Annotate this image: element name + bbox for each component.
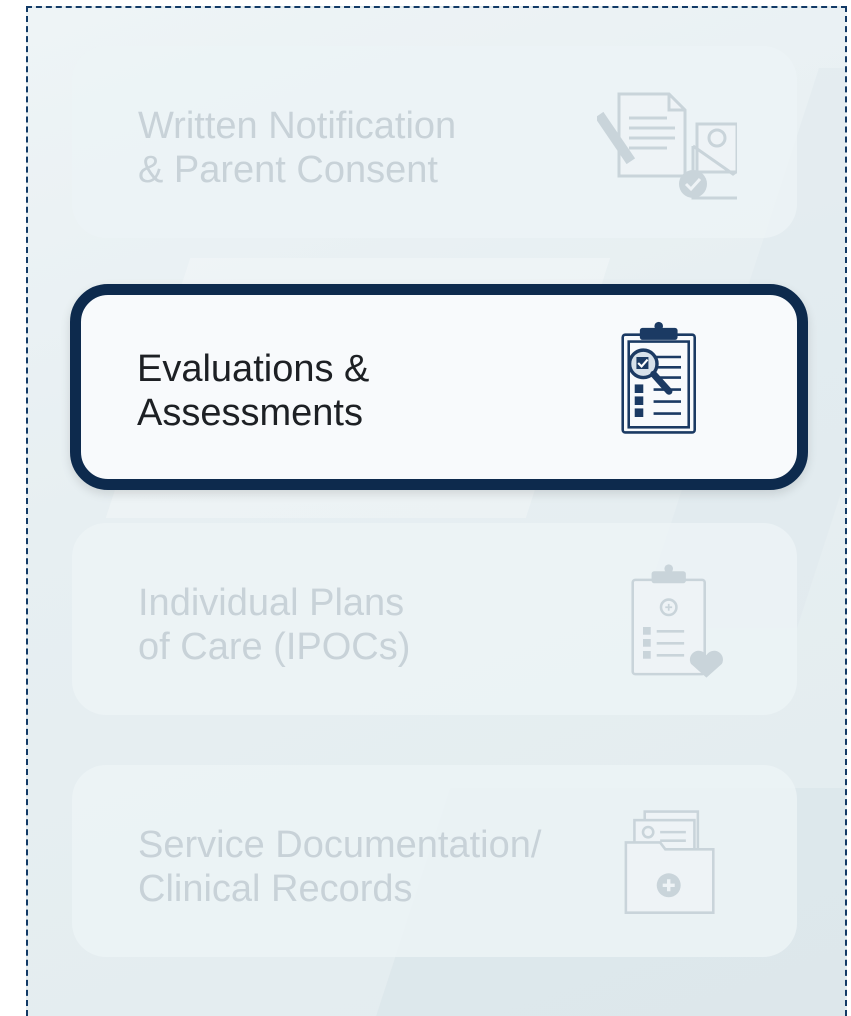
clipboard-heart-icon bbox=[631, 564, 723, 678]
menu-item-service-documentation[interactable]: Service Documentation/ Clinical Records bbox=[72, 765, 797, 957]
menu-item-label: Service Documentation/ Clinical Records bbox=[138, 824, 542, 910]
folder-medical-icon bbox=[624, 810, 715, 914]
menu-item-label: Individual Plans of Care (IPOCs) bbox=[138, 582, 411, 668]
menu-item-label: Evaluations & Assessments bbox=[137, 348, 370, 434]
menu-item-label: Written Notification & Parent Consent bbox=[138, 105, 457, 191]
menu-panel: Written Notification & Parent Consent Ev… bbox=[26, 6, 847, 1016]
menu-item-individual-plans[interactable]: Individual Plans of Care (IPOCs) bbox=[72, 523, 797, 715]
clipboard-magnifier-icon bbox=[621, 321, 696, 434]
menu-item-written-notification[interactable]: Written Notification & Parent Consent bbox=[72, 46, 797, 238]
menu-item-evaluations[interactable]: Evaluations & Assessments bbox=[70, 284, 808, 490]
documents-envelope-icon bbox=[597, 92, 737, 200]
